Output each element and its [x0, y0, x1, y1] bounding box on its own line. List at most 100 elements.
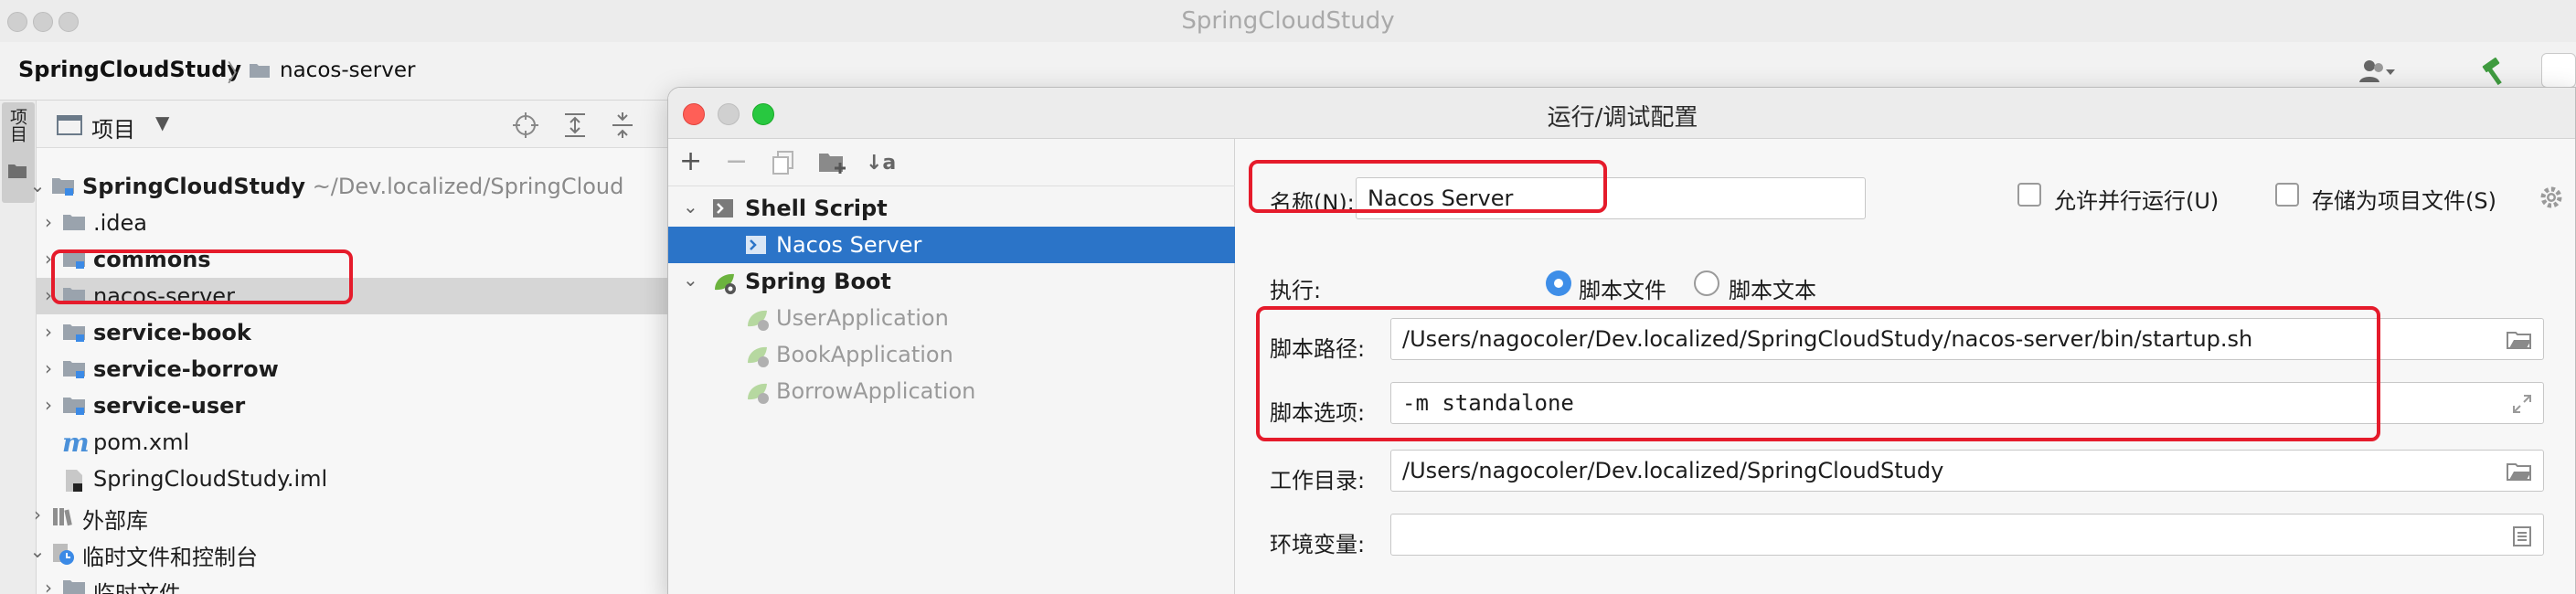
breadcrumb-module[interactable]: nacos-server: [280, 58, 415, 82]
tree-item-label: 临时文件: [93, 581, 181, 594]
config-item-nacos-server[interactable]: Nacos Server: [668, 227, 1235, 263]
work-dir-label: 工作目录:: [1270, 468, 1366, 493]
tree-item-pom[interactable]: m pom.xml: [37, 424, 676, 461]
tree-item-label: service-book: [93, 320, 251, 345]
expand-all-icon[interactable]: [561, 111, 589, 139]
store-as-file-checkbox[interactable]: [2275, 183, 2299, 207]
folder-browse-icon[interactable]: [2507, 461, 2532, 482]
chevron-down-icon[interactable]: ⌄: [27, 175, 48, 196]
radio-script-text[interactable]: [1694, 270, 1719, 296]
chevron-right-icon[interactable]: ›: [38, 284, 59, 306]
chevron-right-icon[interactable]: ›: [38, 357, 59, 379]
folder-icon: [62, 286, 86, 306]
work-dir-value: /Users/nagocoler/Dev.localized/SpringClo…: [1402, 458, 1944, 483]
chevron-down-icon[interactable]: ▼: [155, 111, 169, 133]
folder-browse-icon[interactable]: [2507, 330, 2532, 350]
tree-item-scratches[interactable]: ⌄ 临时文件和控制台: [30, 534, 676, 570]
tree-item-label: nacos-server: [93, 283, 235, 309]
config-item-borrow-application[interactable]: BorrowApplication: [668, 373, 1235, 409]
chevron-right-icon[interactable]: ›: [38, 321, 59, 343]
config-item-user-application[interactable]: UserApplication: [668, 300, 1235, 336]
shell-script-icon: [745, 235, 767, 255]
chevron-right-icon[interactable]: ›: [38, 248, 59, 270]
radio-script-file-label: 脚本文件: [1579, 278, 1666, 303]
store-as-file-label: 存储为项目文件(S): [2312, 188, 2496, 214]
tree-item-nacos-server[interactable]: › nacos-server: [37, 278, 676, 314]
expand-icon[interactable]: [2512, 394, 2532, 414]
remove-config-button[interactable]: −: [725, 148, 748, 175]
tree-item-label: SpringCloudStudy.iml: [93, 466, 328, 492]
build-hammer-icon[interactable]: [2479, 57, 2510, 86]
config-label: UserApplication: [776, 305, 949, 331]
folder-module-icon: [51, 176, 75, 196]
project-tool-tab-label: 项目: [7, 108, 27, 143]
tree-item-label: service-user: [93, 393, 246, 419]
name-field[interactable]: Nacos Server: [1356, 177, 1866, 219]
project-panel-title[interactable]: 项目: [91, 111, 135, 143]
folder-module-icon: [62, 249, 86, 270]
tree-item-label: 外部库: [82, 508, 148, 534]
project-view-icon: [57, 114, 82, 136]
chevron-down-icon[interactable]: ⌄: [27, 540, 48, 562]
env-field[interactable]: [1390, 514, 2544, 556]
library-icon: [51, 505, 75, 527]
add-config-button[interactable]: +: [679, 148, 702, 175]
locate-icon[interactable]: [512, 111, 539, 139]
tree-item-iml[interactable]: SpringCloudStudy.iml: [37, 461, 676, 497]
window-title: SpringCloudStudy: [1181, 7, 1395, 35]
tree-item-service-borrow[interactable]: › service-borrow: [37, 351, 676, 387]
radio-script-text-label: 脚本文本: [1729, 278, 1816, 303]
radio-script-file[interactable]: [1546, 270, 1571, 296]
dialog-title: 运行/调试配置: [1547, 104, 1698, 132]
shell-script-icon: [712, 198, 734, 218]
tree-item-label: SpringCloudStudy: [82, 174, 306, 199]
sort-icon[interactable]: ↓a: [866, 150, 896, 177]
maven-icon: m: [62, 428, 90, 458]
gear-icon[interactable]: [2539, 185, 2564, 210]
folder-icon: [249, 61, 271, 79]
chevron-right-icon[interactable]: ›: [38, 394, 59, 416]
folder-icon: [62, 213, 86, 233]
allow-parallel-label: 允许并行运行(U): [2054, 188, 2219, 214]
folder-icon: [62, 578, 86, 594]
breadcrumb-project[interactable]: SpringCloudStudy: [18, 57, 241, 82]
ide-titlebar: SpringCloudStudy: [0, 0, 2576, 42]
script-path-field[interactable]: /Users/nagocoler/Dev.localized/SpringClo…: [1390, 318, 2544, 360]
chevron-down-icon[interactable]: ⌄: [683, 269, 698, 291]
config-group-shell-script[interactable]: ⌄ Shell Script: [668, 190, 1235, 227]
copy-config-icon[interactable]: [771, 150, 796, 175]
dialog-titlebar: 运行/调试配置: [668, 88, 2575, 139]
collapse-all-icon[interactable]: [609, 111, 636, 139]
document-icon[interactable]: [2512, 525, 2532, 547]
chevron-down-icon[interactable]: ⌄: [683, 196, 698, 217]
name-label: 名称(N):: [1270, 190, 1355, 216]
project-panel-header: 项目 ▼: [37, 101, 676, 148]
tree-item-scratch-files[interactable]: › 临时文件: [37, 570, 676, 594]
folder-module-icon: [62, 323, 86, 343]
tree-item-root[interactable]: ⌄ SpringCloudStudy ~/Dev.localized/Sprin…: [30, 168, 676, 205]
tree-item-label: .idea: [93, 210, 148, 236]
allow-parallel-checkbox[interactable]: [2017, 183, 2041, 207]
iml-file-icon: [64, 469, 84, 493]
execute-label: 执行:: [1270, 278, 1322, 303]
chevron-right-icon[interactable]: ›: [38, 211, 59, 233]
run-config-icon[interactable]: [2541, 53, 2576, 88]
script-options-field[interactable]: -m standalone: [1390, 382, 2544, 424]
tree-item-external-libraries[interactable]: › 外部库: [34, 497, 676, 534]
tree-item-service-book[interactable]: › service-book: [37, 314, 676, 351]
config-label: Shell Script: [745, 196, 888, 221]
new-folder-icon[interactable]: [818, 150, 847, 175]
chevron-right-icon[interactable]: ›: [38, 577, 59, 594]
config-item-book-application[interactable]: BookApplication: [668, 336, 1235, 373]
user-icon[interactable]: [2358, 58, 2399, 84]
tree-item-idea[interactable]: › .idea: [37, 205, 676, 241]
config-list-pane: + − ↓a ⌄ Shell Script Nacos Server ⌄ Spr…: [668, 139, 1235, 594]
work-dir-field[interactable]: /Users/nagocoler/Dev.localized/SpringClo…: [1390, 450, 2544, 492]
config-group-spring-boot[interactable]: ⌄ Spring Boot: [668, 263, 1235, 300]
spring-boot-icon: [745, 345, 771, 368]
tree-item-service-user[interactable]: › service-user: [37, 387, 676, 424]
tree-item-commons[interactable]: › commons: [37, 241, 676, 278]
chevron-right-icon[interactable]: ›: [27, 504, 48, 525]
run-debug-config-dialog: 运行/调试配置 + − ↓a ⌄ Shell Script Nacos Serv…: [667, 87, 2576, 594]
config-label: Nacos Server: [776, 232, 922, 258]
